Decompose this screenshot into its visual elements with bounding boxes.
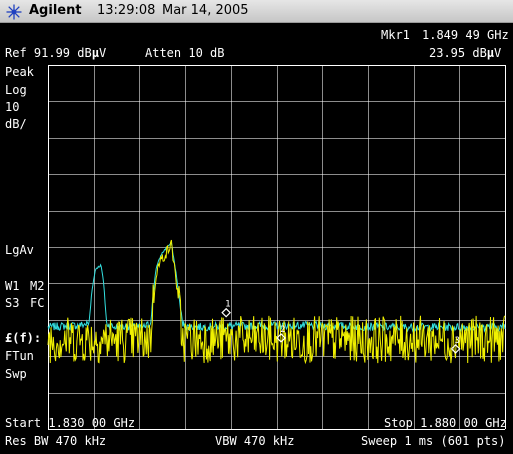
trace-yellow-line: [47, 239, 506, 365]
marker-diamond: [221, 307, 231, 318]
stop-frequency: Stop 1.880 00 GHz: [384, 416, 507, 430]
marker-frequency: 1.849 49 GHz: [422, 28, 509, 42]
brand-name: Agilent: [29, 3, 82, 18]
video-bandwidth: VBW 470 kHz: [215, 434, 295, 448]
trace-fc: FC: [30, 296, 45, 310]
function-swp: Swp: [5, 367, 27, 381]
analyzer-screen: Mkr1 1.849 49 GHz Ref 91.99 dBµV Atten 1…: [0, 23, 513, 454]
function-label: £(f):: [5, 331, 42, 345]
trace-m2: M2: [30, 279, 45, 293]
marker-label: Mkr1: [381, 28, 410, 42]
trace-s3: S3: [5, 296, 20, 310]
scale-type: Log: [5, 83, 27, 97]
marker-number: 2: [280, 325, 285, 335]
clock-date: Mar 14, 2005: [162, 3, 249, 18]
spectrum-plot: 1 2 3: [47, 65, 506, 430]
trace-cyan-line: [47, 242, 506, 333]
scale-value: 10: [5, 100, 20, 114]
function-ftun: FTun: [5, 349, 34, 363]
title-bar: Agilent 13:29:08 Mar 14, 2005: [0, 0, 513, 23]
agilent-spark-icon: [6, 4, 22, 20]
clock-time: 13:29:08: [97, 3, 156, 18]
resolution-bandwidth: Res BW 470 kHz: [5, 434, 107, 448]
attenuation: Atten 10 dB: [145, 46, 225, 60]
marker-amplitude: 23.95 dBµV: [429, 46, 502, 60]
marker-number: 3: [455, 336, 460, 346]
spectrum-graticule: 1 2 3: [47, 65, 506, 430]
trace-w1: W1: [5, 279, 20, 293]
scale-unit: dB/: [5, 117, 27, 131]
detector-mode: Peak: [5, 65, 34, 79]
reference-level: Ref 91.99 dBµV: [5, 46, 107, 60]
marker-number: 1: [225, 300, 230, 310]
sweep-time: Sweep 1 ms (601 pts): [361, 434, 506, 448]
average-type: LgAv: [5, 243, 34, 257]
start-frequency: Start 1.830 00 GHz: [5, 416, 136, 430]
